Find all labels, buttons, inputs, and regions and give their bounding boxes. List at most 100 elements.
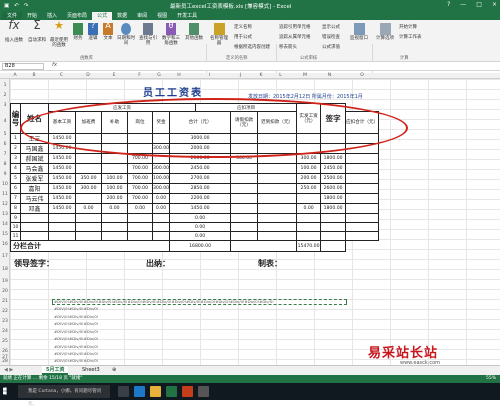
column-header[interactable]: N xyxy=(317,73,342,78)
table-cell[interactable]: 1800.00 xyxy=(320,203,347,214)
column-header[interactable]: G xyxy=(152,73,166,78)
table-cell[interactable] xyxy=(320,222,347,232)
table-cell[interactable]: 9 xyxy=(10,213,21,223)
tab-developer[interactable]: 开发工具 xyxy=(172,12,202,20)
close-button[interactable]: × xyxy=(492,1,497,8)
table-cell[interactable]: 0.00 xyxy=(151,203,171,214)
row-header[interactable]: 16 xyxy=(0,242,10,247)
table-cell[interactable]: 100.00 xyxy=(151,173,171,184)
table-cell[interactable] xyxy=(345,173,380,184)
create-from-selection-button[interactable]: 根据所选内容创建 xyxy=(234,44,270,50)
table-cell[interactable] xyxy=(257,213,298,223)
row-header[interactable]: 8 xyxy=(0,162,10,167)
evaluate-formula-button[interactable]: 公式求值 xyxy=(322,44,340,50)
help-button[interactable]: ? xyxy=(447,1,450,8)
table-cell[interactable]: 2 xyxy=(10,143,21,154)
error-text-line[interactable]: #DIV/0!#Div/0!#Div/0! xyxy=(54,306,98,311)
row-header[interactable]: 12 xyxy=(0,202,10,207)
table-cell[interactable] xyxy=(230,203,259,214)
column-header[interactable]: A xyxy=(10,73,20,78)
zoom-level[interactable]: 55% xyxy=(486,375,496,383)
table-cell[interactable]: 7 xyxy=(10,193,21,204)
row-header[interactable]: 24 xyxy=(0,329,10,334)
table-cell[interactable] xyxy=(257,173,298,184)
fx-label[interactable]: fx xyxy=(52,62,57,68)
table-cell[interactable]: 300.00 xyxy=(151,183,171,194)
column-header[interactable]: K xyxy=(254,73,268,78)
table-cell[interactable] xyxy=(230,163,259,174)
file-explorer-icon[interactable] xyxy=(150,386,161,397)
table-cell[interactable]: 8 xyxy=(10,203,21,214)
edge-icon[interactable] xyxy=(134,386,145,397)
table-cell[interactable] xyxy=(101,222,128,232)
app-icon[interactable] xyxy=(182,386,193,397)
subtotal-total-cell[interactable]: 16800.00 xyxy=(169,240,232,252)
row-header[interactable]: 26 xyxy=(0,349,10,354)
table-cell[interactable]: 0.00 xyxy=(75,203,102,214)
table-cell[interactable] xyxy=(75,231,102,241)
table-cell[interactable]: 6 xyxy=(10,183,21,194)
table-cell[interactable]: 5 xyxy=(10,173,21,184)
column-header[interactable]: M xyxy=(293,73,317,78)
row-header[interactable]: 13 xyxy=(0,212,10,217)
trace-precedents-button[interactable]: 追踪引用单元格 xyxy=(279,24,311,30)
table-cell[interactable]: 700.00 xyxy=(127,163,153,174)
row-header[interactable]: 11 xyxy=(0,192,10,197)
table-cell[interactable] xyxy=(257,231,298,241)
row-header[interactable]: 15 xyxy=(0,232,10,237)
table-cell[interactable] xyxy=(20,231,49,241)
error-text-line[interactable]: #DIV/0!#Div/0!#Div/0!#Div/0!#Div/0!#Div/… xyxy=(54,299,274,304)
autosum-button[interactable]: Σ 自动求和 xyxy=(27,19,47,43)
add-sheet-button[interactable]: ⊕ xyxy=(108,366,120,375)
row-header[interactable]: 21 xyxy=(0,299,10,304)
math-button[interactable]: θ 数学和三角函数 xyxy=(160,22,182,47)
error-text-line[interactable]: #DIV/0!#Div/0!#Div/0! xyxy=(54,358,98,363)
column-header[interactable]: O xyxy=(342,73,382,78)
row-header[interactable]: 19 xyxy=(0,279,10,284)
row-header[interactable]: 3 xyxy=(0,103,10,108)
column-header[interactable]: C xyxy=(48,73,75,78)
undo-icon[interactable]: ↶ xyxy=(14,3,19,9)
table-cell[interactable]: 100.00 xyxy=(296,163,322,174)
define-name-button[interactable]: 定义名称 xyxy=(234,24,252,30)
table-cell[interactable] xyxy=(48,213,76,223)
table-cell[interactable] xyxy=(101,163,128,174)
column-header[interactable]: J xyxy=(227,73,254,78)
table-cell[interactable]: 3 xyxy=(10,153,21,164)
cortana-search-box[interactable]: 我是 Cortana，小娜。有问题尽管问我。 xyxy=(18,385,110,407)
column-header[interactable]: H xyxy=(166,73,192,78)
name-manager-button[interactable]: 名称管理器 xyxy=(208,23,230,46)
sheet-nav-arrows-icon[interactable]: ◀ ▶ xyxy=(4,367,13,373)
other-functions-button[interactable]: 其他函数 xyxy=(183,23,205,41)
table-cell[interactable]: 100.00 xyxy=(101,173,128,184)
table-cell[interactable]: 1450.00 xyxy=(169,203,232,214)
calc-sheet-button[interactable]: 计算工作表 xyxy=(399,34,422,40)
row-header[interactable]: 23 xyxy=(0,319,10,324)
header-number[interactable]: 编号 xyxy=(10,103,21,134)
table-cell[interactable] xyxy=(127,213,153,223)
table-cell[interactable]: 0.00 xyxy=(169,213,232,223)
table-cell[interactable] xyxy=(257,222,298,232)
table-cell[interactable]: 1450.00 xyxy=(48,163,76,174)
table-cell[interactable] xyxy=(101,153,128,164)
datetime-button[interactable]: 日期和时间 xyxy=(116,23,136,46)
table-cell[interactable] xyxy=(230,193,259,204)
table-cell[interactable]: 1800.00 xyxy=(320,193,347,204)
table-cell[interactable]: 300.00 xyxy=(75,183,102,194)
table-cell[interactable]: 0.00 xyxy=(296,203,322,214)
table-cell[interactable]: 0.00 xyxy=(169,222,232,232)
sheet-tab-may-salary[interactable]: 5月工资 xyxy=(42,366,69,375)
column-header[interactable]: B xyxy=(20,73,48,78)
subtotal-label[interactable]: 分栏合计 xyxy=(9,240,171,252)
table-cell[interactable] xyxy=(230,231,259,241)
subtotal-empty-cell[interactable] xyxy=(230,240,298,252)
table-cell[interactable]: 4 xyxy=(10,163,21,174)
table-cell[interactable]: 700.00 xyxy=(127,173,153,184)
table-cell[interactable]: 0.00 xyxy=(127,203,153,214)
error-text-line[interactable]: #DIV/0!#Div/0!#Div/0! xyxy=(54,314,98,319)
table-cell[interactable]: 200.00 xyxy=(101,193,128,204)
table-cell[interactable] xyxy=(151,222,171,232)
save-icon[interactable]: ▣ xyxy=(4,3,9,9)
table-cell[interactable]: 嘉阳 xyxy=(20,183,49,194)
table-cell[interactable]: 700.00 xyxy=(127,183,153,194)
